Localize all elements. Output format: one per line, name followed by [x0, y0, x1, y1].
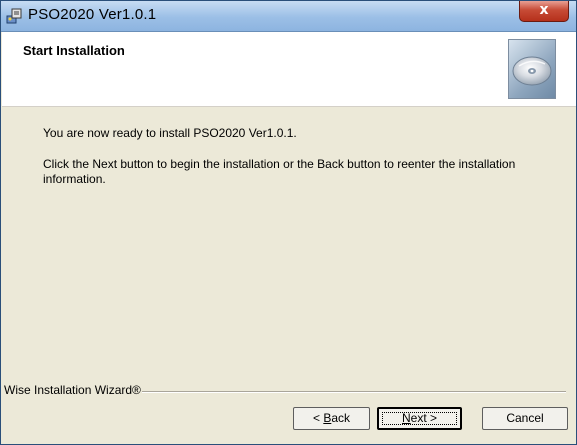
cd-disc-icon: [508, 39, 556, 99]
back-button[interactable]: < Back: [293, 407, 370, 430]
focus-rectangle: [382, 412, 457, 425]
window-title: PSO2020 Ver1.0.1: [28, 6, 157, 23]
installer-app-icon: [6, 8, 22, 24]
page-title: Start Installation: [23, 43, 125, 58]
cancel-button[interactable]: Cancel: [482, 407, 568, 430]
next-button[interactable]: Next >: [377, 407, 462, 430]
wizard-brand-label: Wise Installation Wizard®: [4, 383, 145, 397]
footer-divider: [142, 391, 566, 393]
close-button[interactable]: x: [519, 1, 569, 22]
ready-message: You are now ready to install PSO2020 Ver…: [43, 126, 297, 140]
installer-window: PSO2020 Ver1.0.1 x Start Installation Yo…: [0, 0, 577, 445]
header-panel: Start Installation: [2, 32, 576, 107]
content-area: You are now ready to install PSO2020 Ver…: [2, 107, 576, 444]
close-icon: x: [539, 2, 549, 18]
instruction-message: Click the Next button to begin the insta…: [43, 157, 516, 186]
title-bar[interactable]: PSO2020 Ver1.0.1 x: [1, 1, 576, 32]
